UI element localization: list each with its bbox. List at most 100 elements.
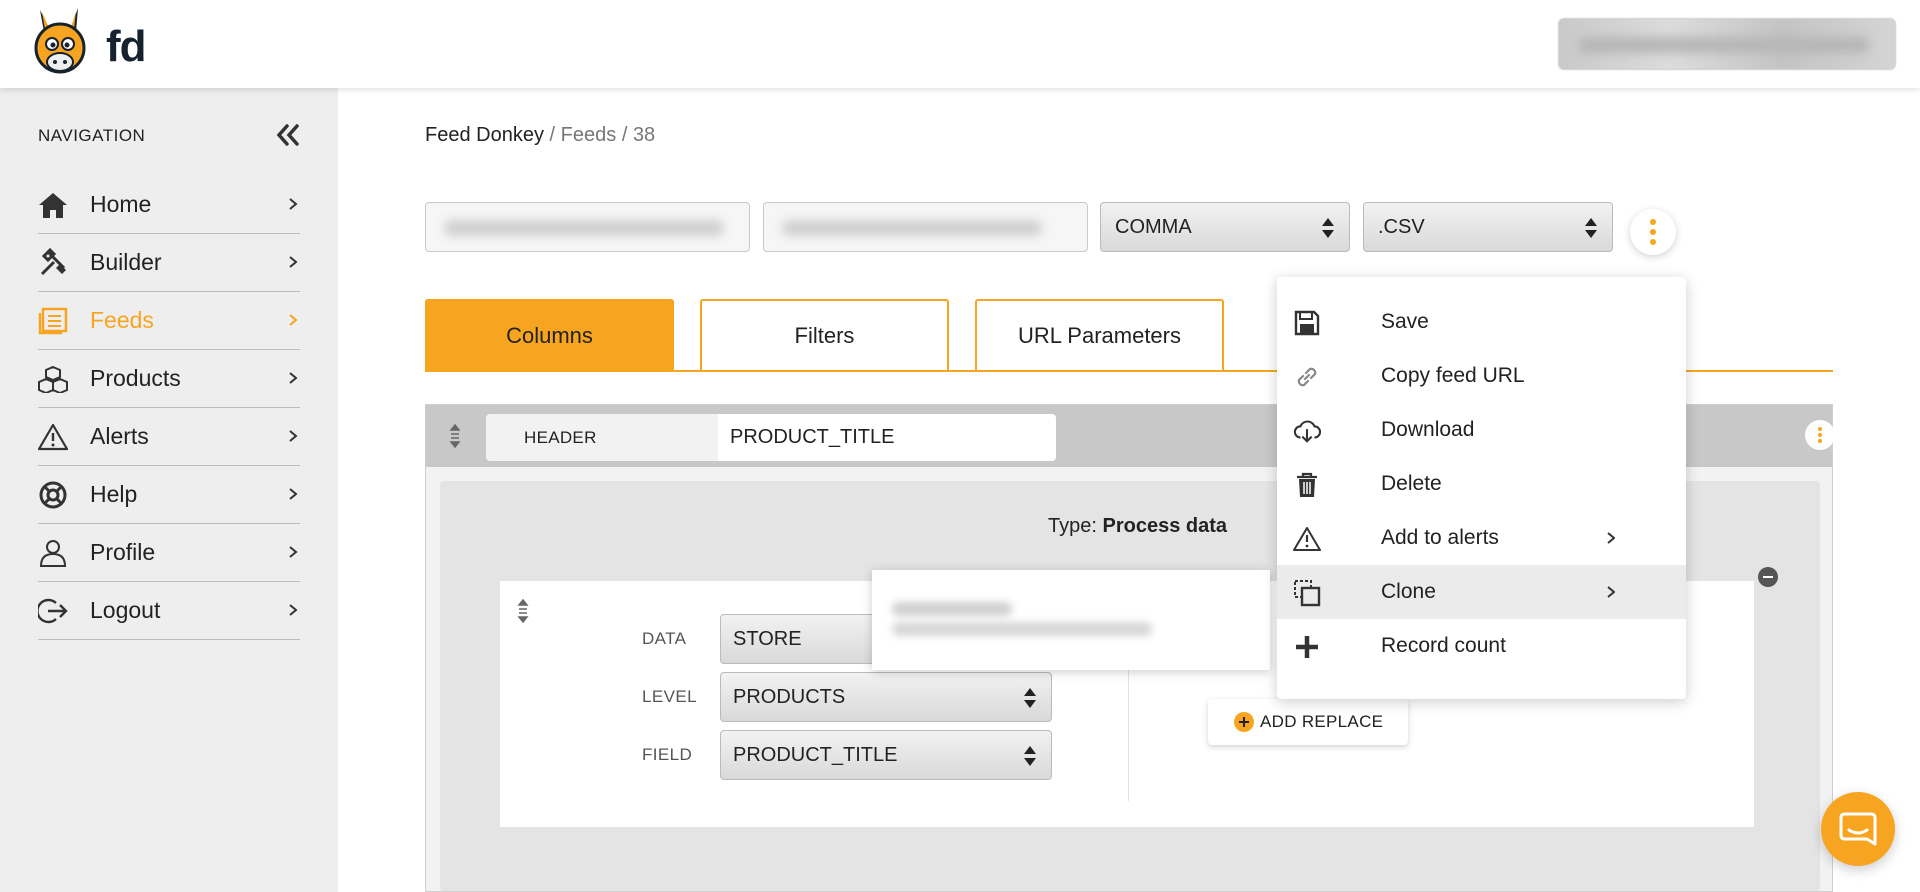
menu-item-delete[interactable]: Delete bbox=[1277, 457, 1686, 511]
nav-title: NAVIGATION bbox=[38, 126, 146, 145]
breadcrumb-separator: / bbox=[549, 124, 556, 146]
feed-actions-menu-button[interactable] bbox=[1630, 209, 1676, 255]
feed-file-input[interactable] bbox=[763, 202, 1088, 252]
menu-item-record-count[interactable]: Record count bbox=[1277, 619, 1686, 673]
breadcrumb: Feed Donkey / Feeds / 38 bbox=[425, 124, 655, 147]
chevron-right-icon bbox=[289, 198, 298, 210]
kebab-dot bbox=[1650, 219, 1656, 225]
sidebar-item-profile[interactable]: Profile bbox=[38, 524, 300, 582]
field-label: FIELD bbox=[642, 745, 693, 764]
floppy-icon bbox=[1293, 309, 1321, 337]
sort-arrows-icon bbox=[1024, 688, 1036, 708]
sort-arrows-icon bbox=[1024, 746, 1036, 766]
breadcrumb-root[interactable]: Feed Donkey bbox=[425, 124, 544, 146]
logout-icon bbox=[38, 596, 68, 626]
sidebar-item-label: Help bbox=[90, 481, 138, 507]
menu-item-copy-feed-url[interactable]: Copy feed URL bbox=[1277, 349, 1686, 403]
remove-step-button[interactable] bbox=[1758, 567, 1778, 587]
menu-item-clone[interactable]: Clone bbox=[1277, 565, 1686, 619]
column-type: Type: Process data bbox=[1048, 515, 1227, 538]
format-value: .CSV bbox=[1378, 215, 1425, 238]
plus-circle-icon bbox=[1234, 712, 1254, 732]
collapse-sidebar-button[interactable] bbox=[274, 122, 302, 148]
trash-icon bbox=[1293, 471, 1321, 499]
tab-filters[interactable]: Filters bbox=[700, 299, 949, 371]
sidebar-item-label: Feeds bbox=[90, 307, 154, 333]
menu-item-label: Delete bbox=[1381, 472, 1442, 495]
donkey-logo-icon bbox=[34, 8, 86, 74]
store-popup[interactable] bbox=[872, 570, 1270, 670]
sidebar-item-label: Alerts bbox=[90, 423, 149, 449]
tab-url-parameters[interactable]: URL Parameters bbox=[975, 299, 1224, 371]
menu-item-label: Record count bbox=[1381, 634, 1506, 657]
warning-icon bbox=[1293, 525, 1321, 553]
chat-icon bbox=[1839, 812, 1877, 846]
sidebar-item-products[interactable]: Products bbox=[38, 350, 300, 408]
sidebar: NAVIGATION Home Builder Feeds Products A… bbox=[0, 88, 338, 892]
header-label: HEADER bbox=[486, 414, 718, 461]
breadcrumb-section[interactable]: Feeds bbox=[561, 124, 617, 146]
sidebar-item-label: Builder bbox=[90, 249, 162, 275]
sidebar-item-help[interactable]: Help bbox=[38, 466, 300, 524]
user-account-box[interactable] bbox=[1558, 18, 1896, 70]
drag-handle-icon[interactable] bbox=[448, 424, 462, 448]
sidebar-item-home[interactable]: Home bbox=[38, 176, 300, 234]
chevron-right-icon bbox=[289, 314, 298, 326]
boxes-icon bbox=[38, 364, 68, 394]
kebab-dot bbox=[1818, 427, 1822, 431]
column-actions-menu-button[interactable] bbox=[1805, 420, 1835, 450]
tools-icon bbox=[38, 247, 68, 278]
feeds-icon bbox=[38, 306, 68, 336]
menu-item-label: Copy feed URL bbox=[1381, 364, 1525, 387]
level-select[interactable]: PRODUCTS bbox=[720, 672, 1052, 722]
field-select[interactable]: PRODUCT_TITLE bbox=[720, 730, 1052, 780]
sort-arrows-icon bbox=[1322, 218, 1334, 238]
sidebar-item-alerts[interactable]: Alerts bbox=[38, 408, 300, 466]
data-label: DATA bbox=[642, 629, 687, 648]
sort-arrows-icon bbox=[1585, 218, 1597, 238]
menu-item-label: Download bbox=[1381, 418, 1475, 441]
menu-item-save[interactable]: Save bbox=[1277, 295, 1686, 349]
level-value: PRODUCTS bbox=[733, 685, 846, 708]
chevron-right-icon bbox=[289, 256, 298, 268]
breadcrumb-current: 38 bbox=[632, 124, 656, 146]
home-icon bbox=[38, 190, 68, 220]
plus-icon bbox=[1293, 633, 1321, 661]
sidebar-item-builder[interactable]: Builder bbox=[38, 234, 300, 292]
sidebar-item-label: Logout bbox=[90, 597, 161, 623]
chevron-right-icon bbox=[289, 546, 298, 558]
menu-item-add-to-alerts[interactable]: Add to alerts bbox=[1277, 511, 1686, 565]
feed-actions-menu: Save Copy feed URL Download Delete Add t… bbox=[1277, 277, 1686, 699]
logo-text: fd bbox=[106, 22, 147, 71]
add-replace-button[interactable]: ADD REPLACE bbox=[1208, 699, 1408, 745]
header-value-input[interactable]: PRODUCT_TITLE bbox=[718, 414, 1056, 461]
link-icon bbox=[1293, 363, 1321, 391]
user-icon bbox=[38, 538, 68, 568]
data-value: STORE bbox=[733, 627, 802, 650]
sidebar-item-feeds[interactable]: Feeds bbox=[38, 292, 300, 350]
top-bar: fd bbox=[0, 0, 1920, 88]
feed-name-input[interactable] bbox=[425, 202, 750, 252]
kebab-dot bbox=[1650, 239, 1656, 245]
sidebar-item-label: Profile bbox=[90, 539, 156, 565]
chevron-right-icon bbox=[1607, 532, 1615, 544]
format-select[interactable]: .CSV bbox=[1363, 202, 1613, 252]
menu-item-download[interactable]: Download bbox=[1277, 403, 1686, 457]
delimiter-value: COMMA bbox=[1115, 215, 1192, 238]
menu-item-label: Clone bbox=[1381, 580, 1436, 603]
kebab-dot bbox=[1650, 229, 1656, 235]
clone-icon bbox=[1293, 579, 1321, 607]
kebab-dot bbox=[1818, 439, 1822, 443]
tab-columns[interactable]: Columns bbox=[425, 299, 674, 371]
type-value: Process data bbox=[1102, 515, 1227, 537]
warning-icon bbox=[38, 422, 68, 452]
logo[interactable]: fd bbox=[26, 6, 147, 78]
chevron-right-icon bbox=[289, 430, 298, 442]
drag-handle-icon[interactable] bbox=[516, 599, 530, 623]
delimiter-select[interactable]: COMMA bbox=[1100, 202, 1350, 252]
cloud-download-icon bbox=[1293, 417, 1321, 445]
chat-launcher-button[interactable] bbox=[1821, 792, 1895, 866]
field-value: PRODUCT_TITLE bbox=[733, 743, 898, 766]
chevron-right-icon bbox=[289, 488, 298, 500]
sidebar-item-logout[interactable]: Logout bbox=[38, 582, 300, 640]
